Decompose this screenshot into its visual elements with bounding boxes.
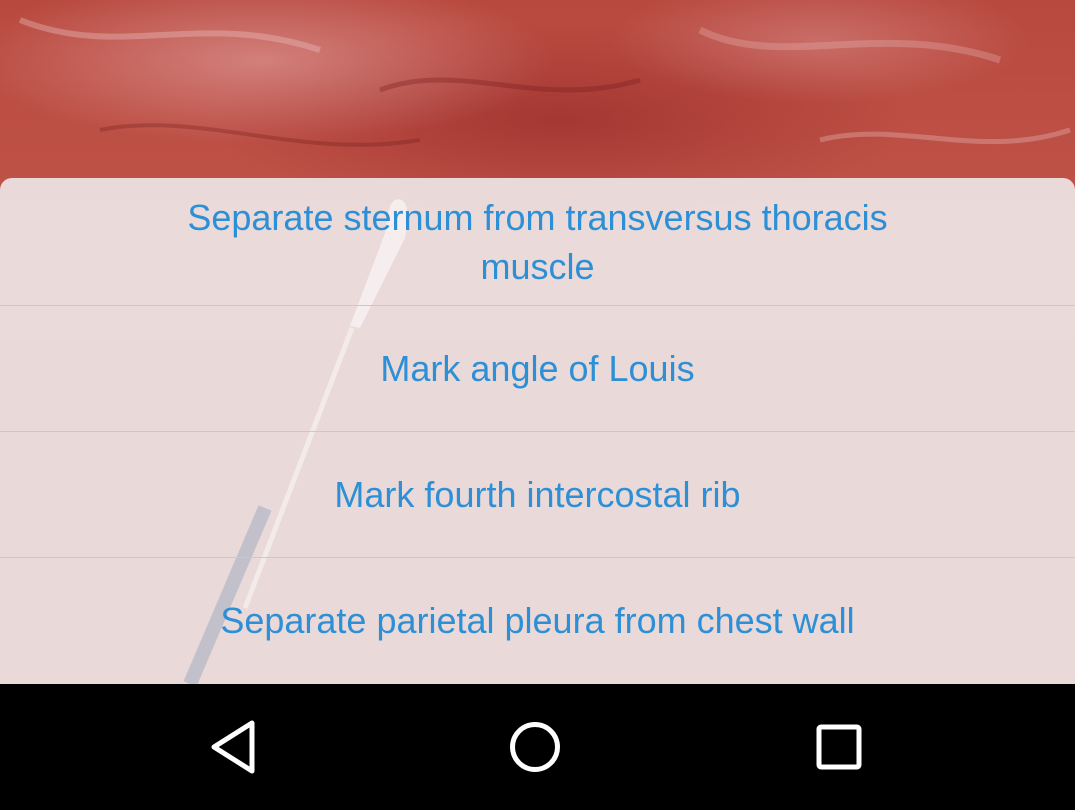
option-separate-parietal-pleura[interactable]: Separate parietal pleura from chest wall <box>0 557 1075 684</box>
back-button[interactable] <box>200 714 266 780</box>
option-separate-sternum[interactable]: Separate sternum from transversus thorac… <box>0 178 1075 305</box>
home-circle-icon <box>510 722 560 772</box>
option-mark-angle-of-louis[interactable]: Mark angle of Louis <box>0 305 1075 431</box>
option-mark-fourth-intercostal-rib[interactable]: Mark fourth intercostal rib <box>0 431 1075 557</box>
recents-button[interactable] <box>806 714 872 780</box>
option-label: Mark angle of Louis <box>380 347 695 389</box>
option-label: Mark fourth intercostal rib <box>334 473 741 515</box>
app-screen: Separate sternum from transversus thorac… <box>0 0 1075 810</box>
home-button[interactable] <box>502 714 568 780</box>
back-triangle-icon <box>211 720 255 774</box>
system-navigation-bar <box>0 684 1075 810</box>
option-label: Separate parietal pleura from chest wall <box>220 600 855 641</box>
recents-square-icon <box>816 724 862 770</box>
action-sheet: Separate sternum from transversus thorac… <box>0 178 1075 684</box>
option-label: Separate sternum from transversus thorac… <box>187 196 888 287</box>
